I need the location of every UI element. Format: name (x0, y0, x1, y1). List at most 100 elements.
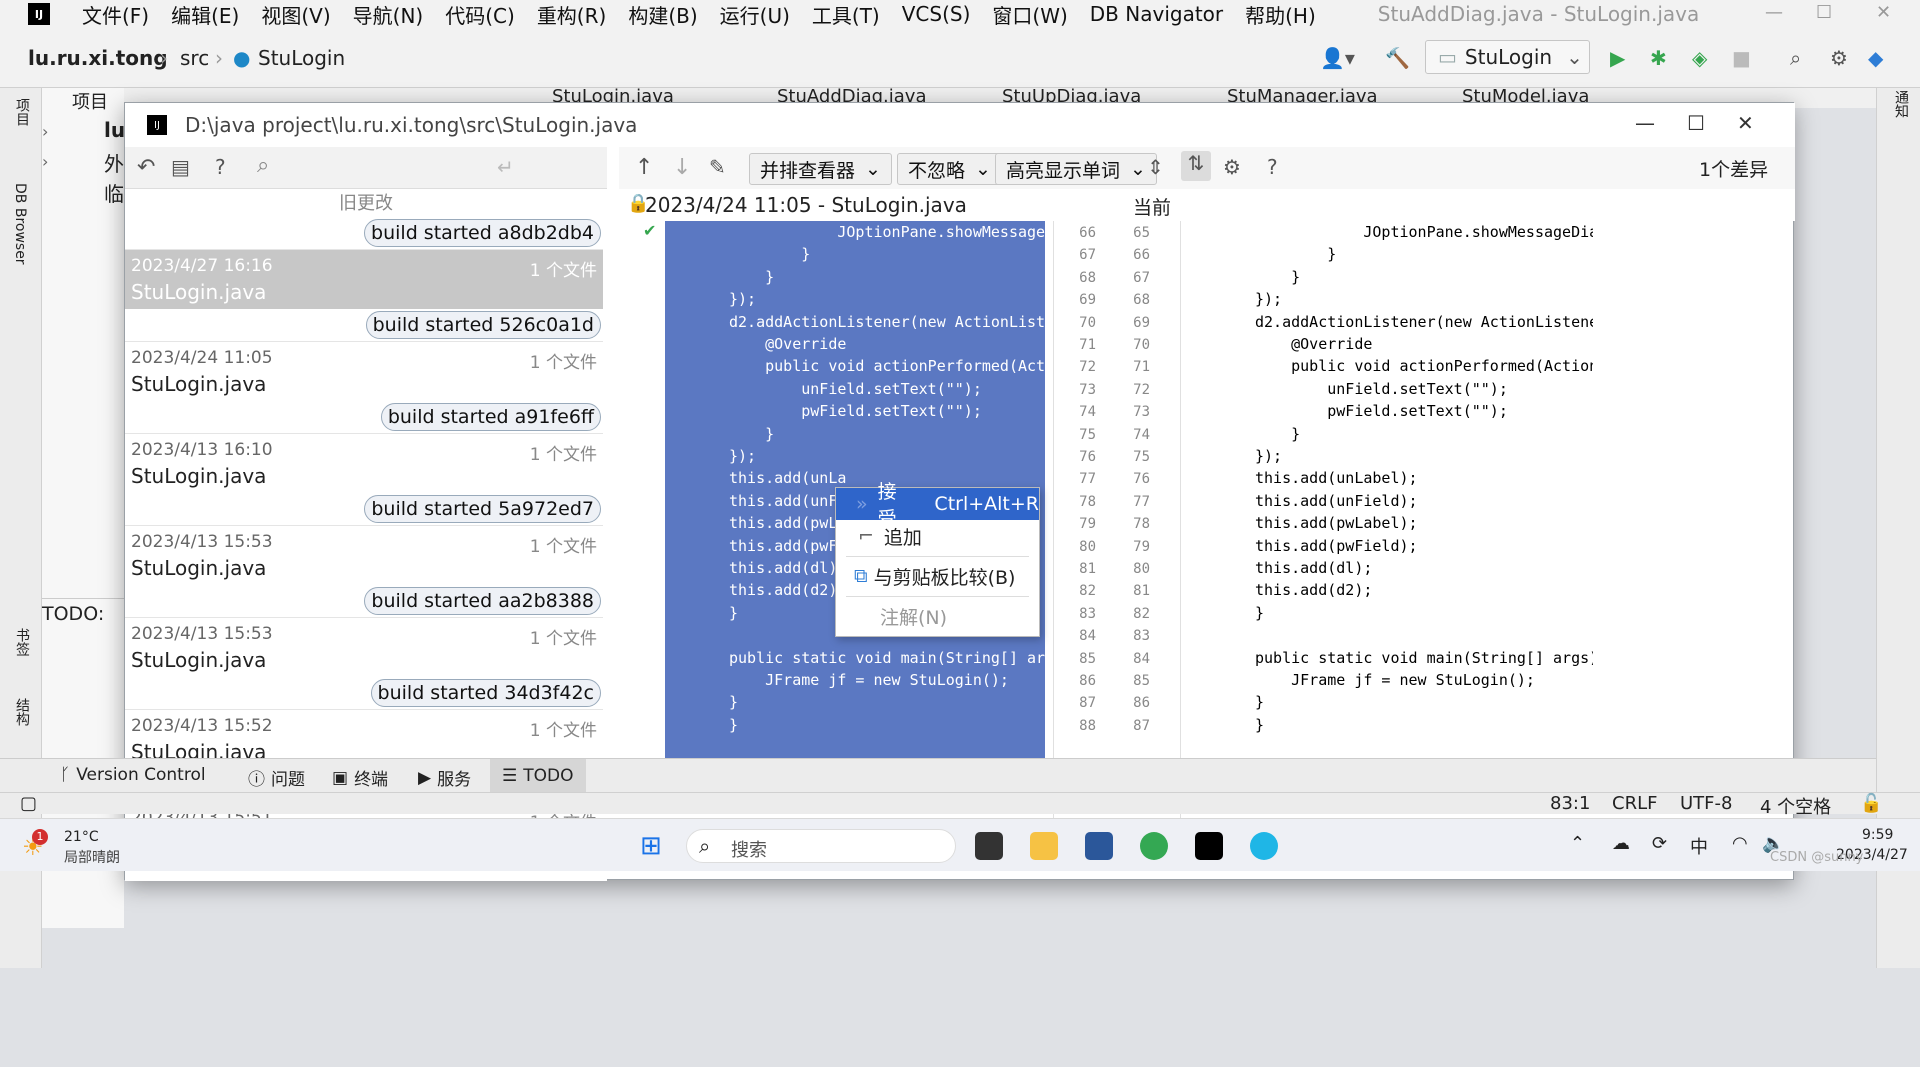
menu-help[interactable]: 帮助(H) (1245, 0, 1316, 29)
tool-services[interactable]: ▶ 服务 (418, 765, 471, 791)
intellij-logo-icon[interactable]: IJ (28, 3, 50, 25)
structure-tool-button[interactable]: 结构 (12, 698, 32, 726)
history-row[interactable]: 2023/4/13 16:10 1 个文件 StuLogin.java (125, 433, 603, 493)
edit-source-icon[interactable]: ✎ (709, 155, 726, 179)
intellij-icon[interactable] (1195, 832, 1223, 860)
bookmarks-tool-button[interactable]: 书签 (12, 628, 32, 656)
weather-temp[interactable]: 21°C (64, 829, 99, 845)
help-icon[interactable]: ? (215, 155, 226, 179)
menu-refactor[interactable]: 重构(R) (537, 0, 607, 29)
taskbar-search[interactable]: ⌕ 搜索 (686, 829, 956, 863)
menu-compare-clipboard[interactable]: ⧉ 与剪贴板比较(B) (836, 560, 1039, 592)
history-label-badge[interactable]: build started a91fe6ff (380, 403, 601, 431)
create-patch-icon[interactable]: ▤ (171, 155, 190, 179)
run-icon[interactable]: ▶ (1610, 46, 1625, 70)
chrome-icon[interactable] (1140, 832, 1168, 860)
tool-version-control[interactable]: ᚴ Version Control (60, 765, 206, 785)
file-encoding[interactable]: UTF-8 (1680, 793, 1732, 814)
history-label-badge[interactable]: build started 34d3f42c (370, 679, 601, 707)
toggle-tool-windows-icon[interactable]: ▢ (20, 793, 37, 814)
dialog-maximize-icon[interactable]: ☐ (1687, 111, 1705, 135)
clock-time[interactable]: 9:59 (1862, 827, 1893, 843)
menu-annotate[interactable]: 注解(N) (836, 600, 1039, 632)
project-root-item[interactable]: lu (104, 118, 125, 142)
tray-chevron-up-icon[interactable]: ⌃ (1570, 833, 1585, 854)
menu-vcs[interactable]: VCS(S) (902, 2, 971, 26)
word-icon[interactable] (1085, 832, 1113, 860)
tool-problems[interactable]: ⓘ 问题 (248, 765, 305, 790)
tool-todo[interactable]: ☰ TODO (490, 759, 586, 793)
close-icon[interactable]: ✕ (1876, 2, 1891, 23)
menu-build[interactable]: 构建(B) (628, 0, 697, 29)
expand-arrow-icon[interactable]: › (42, 152, 48, 171)
menu-accept[interactable]: » 接受 Ctrl+Alt+R (836, 481, 1039, 530)
sync-scroll-icon[interactable]: ⇅ (1181, 151, 1211, 181)
input-method[interactable]: 中 (1690, 833, 1708, 859)
menu-code[interactable]: 代码(C) (445, 0, 515, 29)
breadcrumb-project[interactable]: lu.ru.xi.tong (28, 46, 168, 70)
dialog-close-icon[interactable]: ✕ (1737, 111, 1754, 135)
search-clear-icon[interactable]: ↵ (497, 155, 514, 179)
caret-position[interactable]: 83:1 (1550, 793, 1590, 814)
diff-help-icon[interactable]: ? (1267, 155, 1278, 179)
history-row[interactable]: 2023/4/13 15:53 1 个文件 StuLogin.java (125, 525, 603, 585)
menu-tools[interactable]: 工具(T) (812, 0, 880, 29)
ignore-whitespace-select[interactable]: 不忽略 ⌄ (897, 153, 1002, 185)
windows-start-icon[interactable]: ⊞ (640, 831, 662, 861)
menu-db-navigator[interactable]: DB Navigator (1090, 2, 1223, 26)
cloud-icon[interactable]: ☁ (1612, 833, 1630, 854)
breadcrumb-folder[interactable]: src (180, 46, 209, 70)
build-hammer-icon[interactable]: 🔨 (1385, 46, 1410, 70)
indent-setting[interactable]: 4 个空格 (1760, 793, 1831, 819)
line-separator[interactable]: CRLF (1612, 793, 1657, 814)
search-icon[interactable]: ⌕ (257, 153, 269, 178)
menu-edit[interactable]: 编辑(E) (171, 0, 239, 29)
tool-terminal[interactable]: ▣ 终端 (332, 765, 388, 791)
task-view-icon[interactable] (975, 832, 1003, 860)
chat-app-icon[interactable] (1250, 832, 1278, 860)
external-libraries-item[interactable]: 外 (104, 148, 124, 177)
menu-view[interactable]: 视图(V) (261, 0, 330, 29)
previous-diff-icon[interactable]: ↑ (635, 155, 653, 180)
sync-icon[interactable]: ⟳ (1652, 833, 1667, 854)
db-browser-tool-button[interactable]: DB Browser (12, 183, 28, 265)
diff-settings-gear-icon[interactable]: ⚙ (1223, 155, 1241, 179)
history-row[interactable]: 2023/4/13 15:53 1 个文件 StuLogin.java (125, 617, 603, 677)
history-row[interactable]: 2023/4/27 16:16 1 个文件 StuLogin.java (125, 249, 603, 309)
menu-file[interactable]: 文件(F) (82, 0, 149, 29)
breadcrumb-file[interactable]: StuLogin (258, 46, 345, 70)
toolbox-icon[interactable]: ◆ (1868, 46, 1883, 70)
expand-arrow-icon[interactable]: › (42, 122, 48, 141)
weather-desc[interactable]: 局部晴朗 (64, 847, 120, 867)
history-label-badge[interactable]: build started 526c0a1d (365, 311, 601, 339)
file-explorer-icon[interactable] (1030, 832, 1058, 860)
history-label-badge[interactable]: build started aa2b8388 (364, 587, 601, 615)
menu-window[interactable]: 窗口(W) (992, 0, 1067, 29)
highlight-words-select[interactable]: 高亮显示单词 ⌄ (995, 153, 1157, 185)
coverage-icon[interactable]: ◈ (1692, 46, 1707, 70)
history-label-badge[interactable]: build started 5a972ed7 (364, 495, 601, 523)
project-tool-button[interactable]: 项目 (12, 98, 32, 126)
user-icon[interactable]: 👤▾ (1320, 46, 1355, 70)
wifi-icon[interactable]: ◠ (1732, 833, 1748, 854)
scratches-item[interactable]: 临 (104, 178, 124, 207)
menu-run[interactable]: 运行(U) (720, 0, 790, 29)
debug-icon[interactable]: ✱ (1650, 46, 1667, 70)
maximize-icon[interactable]: ☐ (1816, 2, 1832, 23)
next-diff-icon[interactable]: ↓ (673, 155, 691, 180)
minimize-icon[interactable]: — (1765, 2, 1783, 23)
right-code-pane[interactable]: JOptionPane.showMessageDialog } }}); d2.a… (1183, 221, 1593, 821)
collapse-unchanged-icon[interactable]: ⇕ (1147, 155, 1164, 179)
history-label-badge[interactable]: build started a8db2db4 (364, 219, 601, 247)
menu-append[interactable]: ⌐ 追加 (836, 520, 1039, 552)
stop-icon[interactable]: ■ (1732, 46, 1751, 70)
notifications-tool-button[interactable]: 通知 (1891, 90, 1911, 118)
viewer-select[interactable]: 并排查看器 ⌄ (749, 153, 892, 185)
dialog-minimize-icon[interactable]: — (1635, 111, 1655, 135)
settings-gear-icon[interactable]: ⚙ (1830, 46, 1848, 70)
run-configuration-select[interactable]: ▭ StuLogin ⌄ (1425, 40, 1590, 74)
menu-navigate[interactable]: 导航(N) (353, 0, 424, 29)
search-icon[interactable]: ⌕ (1790, 46, 1801, 70)
revert-icon[interactable]: ↶ (137, 155, 155, 180)
history-row[interactable]: 2023/4/24 11:05 1 个文件 StuLogin.java (125, 341, 603, 401)
